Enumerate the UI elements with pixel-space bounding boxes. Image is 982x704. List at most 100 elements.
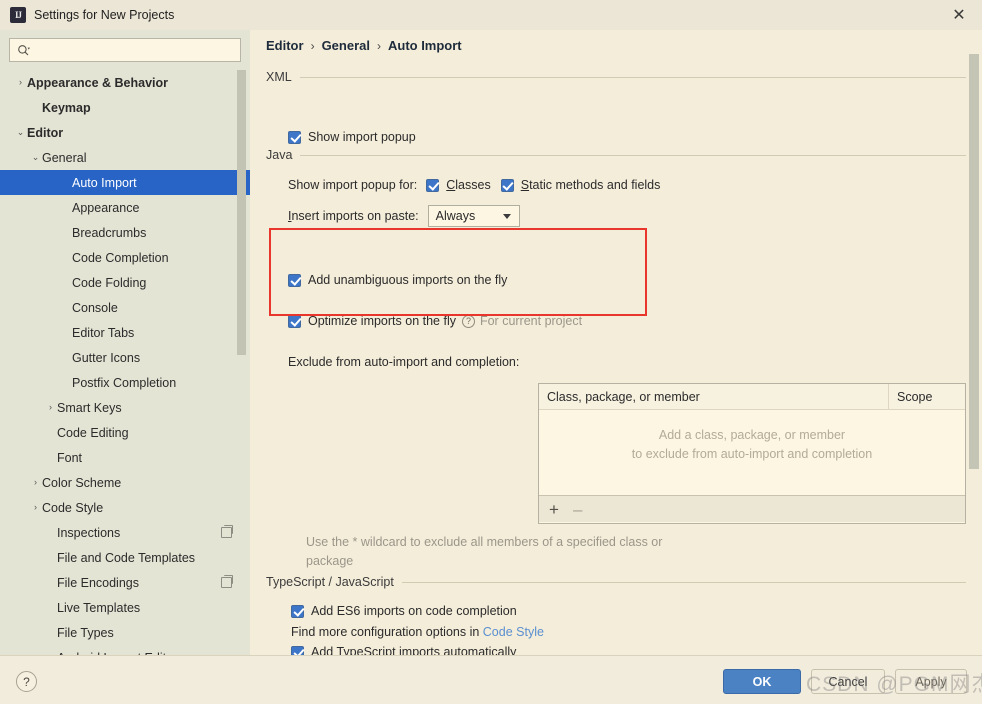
chevron-down-icon[interactable]: ⌄ <box>14 128 27 137</box>
window-title: Settings for New Projects <box>34 8 175 22</box>
sidebar-item-font[interactable]: Font <box>0 445 250 470</box>
sidebar-item-label: Appearance <box>72 200 140 215</box>
sidebar-item-label: Font <box>57 450 83 465</box>
group-xml: XML <box>266 70 966 84</box>
apply-button[interactable]: Apply <box>895 669 967 694</box>
wildcard-hint-line-2: package <box>306 554 354 568</box>
checkbox-label: Add ES6 imports on code completion <box>311 604 517 618</box>
chevron-right-icon[interactable]: › <box>14 78 27 87</box>
sidebar-item-label: Breadcrumbs <box>72 225 147 240</box>
help-button[interactable]: ? <box>16 671 37 692</box>
column-header-scope[interactable]: Scope <box>889 384 965 409</box>
sidebar-item-gutter-icons[interactable]: Gutter Icons <box>0 345 250 370</box>
sidebar-item-code-completion[interactable]: Code Completion <box>0 245 250 270</box>
sidebar-item-android-layout-editor[interactable]: Android Layout Editor <box>0 645 250 656</box>
content-scrollbar-thumb[interactable] <box>969 54 979 469</box>
sidebar-item-code-folding[interactable]: Code Folding <box>0 270 250 295</box>
group-divider <box>299 76 966 78</box>
checkbox-label: Add unambiguous imports on the fly <box>308 273 508 287</box>
copy-settings-icon[interactable] <box>221 525 233 538</box>
sidebar-item-label: Color Scheme <box>42 475 122 490</box>
group-divider <box>401 581 966 583</box>
checkbox-static-methods-and-fields[interactable]: Static methods and fields <box>500 178 660 192</box>
sidebar-item-general[interactable]: ⌄ General <box>0 145 250 170</box>
copy-settings-icon[interactable] <box>221 575 233 588</box>
sidebar-item-inspections[interactable]: Inspections <box>0 520 250 545</box>
sidebar-item-auto-import[interactable]: Auto Import <box>0 170 250 195</box>
search-input[interactable] <box>30 42 240 58</box>
checkbox-label-rest: lasses <box>455 178 491 192</box>
checkbox-box-icon <box>291 645 304 655</box>
sidebar-item-label: Auto Import <box>72 175 137 190</box>
sidebar-item-file-encodings[interactable]: File Encodings <box>0 570 250 595</box>
checkbox-add-unambiguous-imports[interactable]: Add unambiguous imports on the fly <box>288 273 507 287</box>
breadcrumb: Editor › General › Auto Import <box>266 38 462 53</box>
sidebar-item-keymap[interactable]: Keymap <box>0 95 250 120</box>
exclude-table-empty-state: Add a class, package, or member to exclu… <box>539 410 965 495</box>
settings-tree: › Appearance & Behavior Keymap ⌄ Editor ⌄ Gene… <box>0 70 250 655</box>
empty-state-line-1: Add a class, package, or member <box>658 428 846 442</box>
exclude-table[interactable]: Class, package, or member Scope Add a cl… <box>538 383 966 524</box>
insert-imports-label-rest: nsert imports on paste: <box>291 209 419 223</box>
checkbox-label: Classes <box>446 178 490 192</box>
sidebar-item-label: Console <box>72 300 118 315</box>
help-question-icon[interactable]: ? <box>461 314 475 328</box>
code-style-link[interactable]: Code Style <box>483 625 544 639</box>
checkbox-classes[interactable]: Classes <box>426 178 491 192</box>
checkbox-add-typescript-imports[interactable]: Add TypeScript imports automatically <box>291 645 516 655</box>
sidebar-item-breadcrumbs[interactable]: Breadcrumbs <box>0 220 250 245</box>
sidebar-item-label: Inspections <box>57 525 121 540</box>
chevron-right-icon[interactable]: › <box>44 403 57 412</box>
find-more-options-text: Find more configuration options in <box>291 625 483 639</box>
search-box[interactable] <box>9 38 241 62</box>
sidebar-item-editor-tabs[interactable]: Editor Tabs <box>0 320 250 345</box>
find-more-options-row: Find more configuration options in Code … <box>291 625 544 639</box>
exclude-table-header: Class, package, or member Scope <box>539 384 965 410</box>
insert-imports-label: Insert imports on paste: <box>288 209 419 223</box>
sidebar-item-appearance-behavior[interactable]: › Appearance & Behavior <box>0 70 250 95</box>
settings-sidebar: › Appearance & Behavior Keymap ⌄ Editor ⌄ Gene… <box>0 30 250 655</box>
sidebar-item-label: General <box>42 150 87 165</box>
checkbox-box-icon <box>426 178 440 192</box>
mnemonic-letter: C <box>446 178 456 192</box>
sidebar-item-label: Editor <box>27 125 64 140</box>
sidebar-item-console[interactable]: Console <box>0 295 250 320</box>
sidebar-item-label: Code Editing <box>57 425 129 440</box>
checkbox-box-icon <box>500 178 514 192</box>
checkbox-optimize-imports[interactable]: Optimize imports on the fly <box>288 314 456 328</box>
checkbox-show-import-popup-xml[interactable]: Show import popup <box>288 130 416 144</box>
chevron-right-icon[interactable]: › <box>29 503 42 512</box>
wildcard-hint-line-1: Use the * wildcard to exclude all member… <box>306 535 663 549</box>
close-icon[interactable]: ✕ <box>936 0 982 30</box>
sidebar-item-file-and-code-templates[interactable]: File and Code Templates <box>0 545 250 570</box>
insert-imports-selected-value: Always <box>435 209 476 223</box>
sidebar-item-live-templates[interactable]: Live Templates <box>0 595 250 620</box>
sidebar-item-appearance[interactable]: Appearance <box>0 195 250 220</box>
group-java: Java <box>266 148 966 162</box>
chevron-down-icon[interactable]: ⌄ <box>29 153 42 162</box>
sidebar-scrollbar-thumb[interactable] <box>237 70 246 355</box>
column-header-class-package-member[interactable]: Class, package, or member <box>539 384 889 409</box>
checkbox-add-es6-imports[interactable]: Add ES6 imports on code completion <box>291 604 517 618</box>
breadcrumb-item-general[interactable]: General <box>322 38 370 53</box>
sidebar-item-color-scheme[interactable]: › Color Scheme <box>0 470 250 495</box>
chevron-right-icon[interactable]: › <box>29 478 42 487</box>
sidebar-item-smart-keys[interactable]: › Smart Keys <box>0 395 250 420</box>
group-java-header: Java <box>266 148 966 162</box>
add-icon[interactable]: + <box>549 501 559 518</box>
sidebar-item-label: Editor Tabs <box>72 325 135 340</box>
breadcrumb-item-editor[interactable]: Editor <box>266 38 304 53</box>
mnemonic-letter: S <box>520 178 530 192</box>
insert-imports-on-paste-select[interactable]: Always <box>427 205 520 227</box>
checkbox-label: Add TypeScript imports automatically <box>311 645 517 655</box>
sidebar-item-label: Gutter Icons <box>72 350 141 365</box>
sidebar-item-editor[interactable]: ⌄ Editor <box>0 120 250 145</box>
group-divider <box>300 154 966 156</box>
checkbox-box-icon <box>288 314 301 328</box>
sidebar-item-file-types[interactable]: File Types <box>0 620 250 645</box>
ok-button[interactable]: OK <box>723 669 801 694</box>
sidebar-item-code-style[interactable]: › Code Style <box>0 495 250 520</box>
sidebar-item-code-editing[interactable]: Code Editing <box>0 420 250 445</box>
sidebar-item-postfix-completion[interactable]: Postfix Completion <box>0 370 250 395</box>
cancel-button[interactable]: Cancel <box>811 669 885 694</box>
